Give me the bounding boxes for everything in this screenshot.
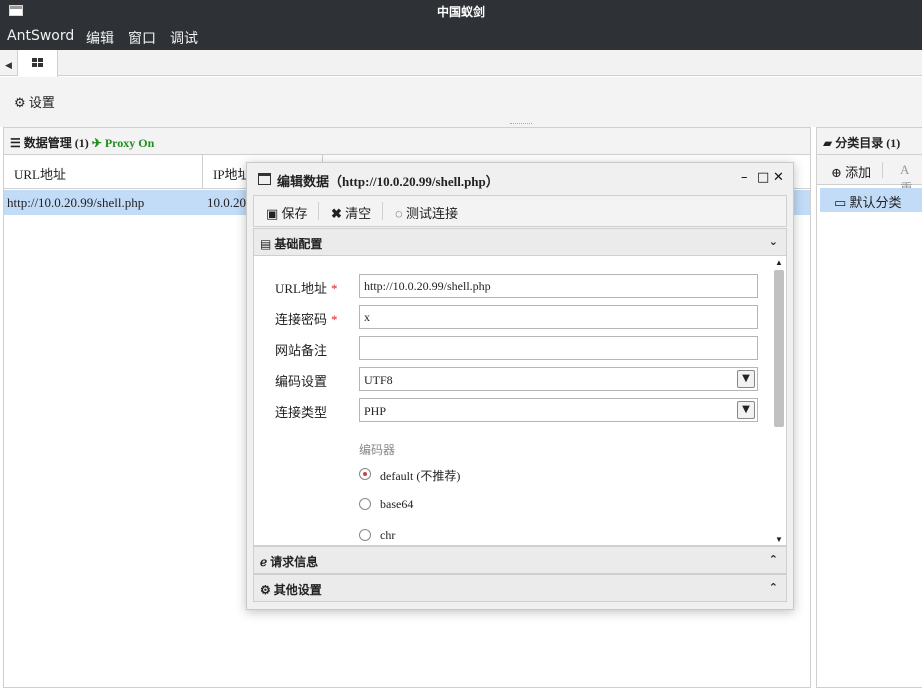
chevron-down-icon: ▼ xyxy=(737,370,755,388)
password-label: 连接密码 * xyxy=(275,312,338,327)
encoding-select[interactable]: UTF8 ▼ xyxy=(359,367,758,391)
tab-home[interactable] xyxy=(18,50,58,77)
category-panel-title: 分类目录 (1) xyxy=(835,136,901,150)
chevron-up-icon: ⌃ xyxy=(768,581,778,594)
menu-item-edit[interactable]: 编辑 xyxy=(86,28,114,48)
test-connection-button[interactable]: ◌ 测试连接 xyxy=(395,203,458,222)
section-other-header[interactable]: ⚙ 其他设置 ⌃ xyxy=(253,574,787,602)
file-text-icon: ▤ xyxy=(260,237,272,251)
menu-item-debug[interactable]: 调试 xyxy=(170,28,198,48)
section-basic-body: URL地址* 连接密码* 网站备注 编码设置 UTF8 ▼ 连接类型 PHP ▼… xyxy=(253,256,787,546)
section-basic-header[interactable]: ▤ 基础配置 ⌄ xyxy=(253,228,787,256)
scroll-up-icon[interactable]: ▲ xyxy=(775,258,783,267)
tab-scroll-left-button[interactable]: ◀ xyxy=(0,50,18,76)
category-item-label: 默认分类 xyxy=(849,195,902,210)
test-connection-label: 测试连接 xyxy=(405,206,458,221)
dialog-toolbar: ▣ 保存 ✖ 清空 ◌ 测试连接 xyxy=(253,195,787,227)
settings-button[interactable]: ⚙ 设置 xyxy=(14,92,55,111)
data-panel-header: ☰ 数据管理 (1) ✈ Proxy On xyxy=(4,128,810,155)
folder-icon: ▰ xyxy=(823,136,833,150)
data-panel-title: 数据管理 (1) xyxy=(23,136,89,150)
main-toolbar: ⚙ 设置 xyxy=(0,77,922,122)
type-value: PHP xyxy=(364,404,387,418)
note-input[interactable] xyxy=(359,336,758,360)
encoding-value: UTF8 xyxy=(364,373,393,387)
section-request-header[interactable]: ℯ 请求信息 ⌃ xyxy=(253,546,787,574)
scroll-down-icon[interactable]: ▼ xyxy=(775,535,783,544)
clear-label: 清空 xyxy=(345,206,372,221)
gears-icon: ⚙ xyxy=(260,583,271,597)
dialog-titlebar[interactable]: 编辑数据（http://10.0.20.99/shell.php） – □ ✕ xyxy=(247,163,793,195)
category-toolbar: ⊕ 添加 A 重 xyxy=(817,155,922,196)
row-ip: 10.0.20 xyxy=(207,195,246,210)
section-request-title: 请求信息 xyxy=(270,555,319,569)
save-button[interactable]: ▣ 保存 xyxy=(266,203,308,222)
note-label: 网站备注 xyxy=(275,343,328,358)
window-titlebar: 中国蚁剑 xyxy=(0,0,922,22)
folder-open-icon: ▭ xyxy=(834,195,847,210)
category-panel-header: ▰ 分类目录 (1) xyxy=(817,128,922,155)
plus-circle-icon: ⊕ xyxy=(831,165,842,180)
chevron-up-icon: ⌃ xyxy=(768,553,778,566)
font-icon: A xyxy=(900,162,909,177)
section-basic-title: 基础配置 xyxy=(274,237,323,251)
encoder-title: 编码器 xyxy=(359,443,396,457)
menu-item-antsword[interactable]: AntSword xyxy=(7,28,74,44)
proxy-status: Proxy On xyxy=(104,136,155,150)
menu-bar: AntSword 编辑 窗口 调试 xyxy=(0,22,922,50)
floppy-icon: ▣ xyxy=(266,206,279,221)
tab-bar: ◀ xyxy=(0,50,922,77)
clear-button[interactable]: ✖ 清空 xyxy=(331,203,371,222)
add-category-button[interactable]: ⊕ 添加 xyxy=(831,162,871,181)
row-url: http://10.0.20.99/shell.php xyxy=(7,195,145,210)
settings-label: 设置 xyxy=(28,95,55,110)
scroll-thumb[interactable] xyxy=(774,270,784,427)
radio-unselected[interactable] xyxy=(359,498,371,510)
save-label: 保存 xyxy=(281,206,308,221)
spinner-icon: ◌ xyxy=(395,206,403,221)
category-panel: ▰ 分类目录 (1) ⊕ 添加 A 重 ▭ 默认分类 xyxy=(816,127,922,688)
password-input[interactable] xyxy=(359,305,758,329)
maximize-icon[interactable]: □ xyxy=(757,170,769,185)
url-label: URL地址 * xyxy=(275,281,338,296)
category-item-default[interactable]: ▭ 默认分类 xyxy=(820,188,922,212)
dialog-title: 编辑数据（http://10.0.20.99/shell.php） xyxy=(277,174,499,189)
gear-icon: ⚙ xyxy=(14,95,26,110)
encoding-label: 编码设置 xyxy=(275,374,328,389)
form-scrollbar[interactable]: ▲ ▼ xyxy=(772,258,786,544)
window-icon xyxy=(258,173,271,185)
column-header-url[interactable]: URL地址 xyxy=(4,155,203,189)
add-category-label: 添加 xyxy=(845,165,872,180)
section-other-title: 其他设置 xyxy=(273,583,322,597)
edit-data-dialog: 编辑数据（http://10.0.20.99/shell.php） – □ ✕ … xyxy=(246,162,794,610)
grid-icon xyxy=(32,58,43,67)
window-title: 中国蚁剑 xyxy=(436,5,485,19)
radio-selected[interactable] xyxy=(359,468,371,480)
close-icon[interactable]: ✕ xyxy=(773,170,784,185)
radio-unselected[interactable] xyxy=(359,529,371,541)
edge-icon: ℯ xyxy=(260,555,268,569)
chevron-down-icon: ⌄ xyxy=(768,235,778,248)
type-select[interactable]: PHP ▼ xyxy=(359,398,758,422)
list-icon: ☰ xyxy=(10,136,21,150)
x-icon: ✖ xyxy=(331,206,342,221)
type-label: 连接类型 xyxy=(275,405,328,420)
chevron-down-icon: ▼ xyxy=(737,401,755,419)
url-input[interactable] xyxy=(359,274,758,298)
minimize-icon[interactable]: – xyxy=(741,170,748,185)
paper-plane-icon: ✈ xyxy=(91,136,102,150)
menu-item-window[interactable]: 窗口 xyxy=(128,28,156,48)
